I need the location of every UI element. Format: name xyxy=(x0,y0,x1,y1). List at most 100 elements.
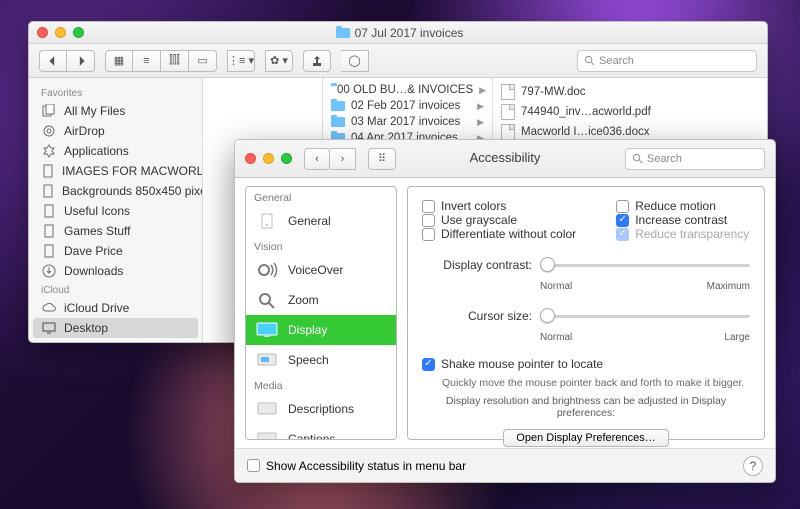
accessibility-window: ‹ › ⠿ Accessibility Search General Gener… xyxy=(234,139,776,483)
folder-row[interactable]: 02 Feb 2017 invoices▶ xyxy=(323,98,492,114)
file-icon xyxy=(501,124,515,140)
action-button[interactable]: ✿ ▾ xyxy=(265,50,293,72)
display-contrast-slider-row: Display contrast: xyxy=(422,255,750,275)
applications-icon xyxy=(41,144,57,158)
sidebar-item-applications[interactable]: Applications xyxy=(29,141,202,161)
sidebar-head-favorites: Favorites xyxy=(29,84,202,101)
forward-button[interactable] xyxy=(67,50,95,72)
sidebar-item-airdrop[interactable]: AirDrop xyxy=(29,121,202,141)
checkbox-icon[interactable] xyxy=(616,214,629,227)
share-button[interactable] xyxy=(303,50,331,72)
folder-icon xyxy=(331,117,345,127)
display-icon xyxy=(254,320,280,340)
checkbox-icon[interactable] xyxy=(422,200,435,213)
option-increase-contrast[interactable]: Increase contrast xyxy=(616,213,749,227)
search-placeholder: Search xyxy=(599,55,634,67)
back-button[interactable]: ‹ xyxy=(304,148,330,170)
doc-icon xyxy=(41,204,57,218)
prefs-search[interactable]: Search xyxy=(625,148,765,170)
checkbox-icon[interactable] xyxy=(422,214,435,227)
sidebar-item-games-stuff[interactable]: Games Stuff xyxy=(29,221,202,241)
finder-titlebar[interactable]: 07 Jul 2017 invoices xyxy=(29,22,767,44)
show-status-label[interactable]: Show Accessibility status in menu bar xyxy=(266,459,466,473)
view-icon-button[interactable]: ▦ xyxy=(105,50,133,72)
arrange-group: ⋮≡ ▾ xyxy=(227,50,255,72)
sidebar-item-useful-icons[interactable]: Useful Icons xyxy=(29,201,202,221)
option-use-grayscale[interactable]: Use grayscale xyxy=(422,213,576,227)
list-section-general: General xyxy=(246,187,396,206)
list-item-voiceover[interactable]: VoiceOver xyxy=(246,255,396,285)
sidebar-item-images-macworld[interactable]: IMAGES FOR MACWORLD ONL xyxy=(29,161,202,181)
list-item-zoom[interactable]: Zoom xyxy=(246,285,396,315)
list-item-captions[interactable]: Captions xyxy=(246,424,396,440)
folder-row[interactable]: 03 Mar 2017 invoices▶ xyxy=(323,114,492,130)
prefs-titlebar[interactable]: ‹ › ⠿ Accessibility Search xyxy=(235,140,775,178)
option-shake-pointer[interactable]: Shake mouse pointer to locate xyxy=(422,357,750,371)
option-invert-colors[interactable]: Invert colors xyxy=(422,199,576,213)
list-item-speech[interactable]: Speech xyxy=(246,345,396,375)
chevron-right-icon: ▶ xyxy=(477,117,484,128)
forward-button[interactable]: › xyxy=(330,148,356,170)
view-list-button[interactable]: ≡ xyxy=(133,50,161,72)
settings-pane: Invert colors Use grayscale Differentiat… xyxy=(407,186,765,440)
tags-button[interactable]: ◯ xyxy=(341,50,369,72)
show-all-button[interactable]: ⠿ xyxy=(368,148,396,170)
doc-icon xyxy=(41,184,55,198)
file-icon xyxy=(501,84,515,100)
zoom-pref-icon xyxy=(254,290,280,310)
doc-icon xyxy=(41,224,57,238)
doc-icon xyxy=(41,244,57,258)
view-coverflow-button[interactable]: ▭ xyxy=(189,50,217,72)
folder-row[interactable]: 00 OLD BU…& INVOICES▶ xyxy=(323,82,492,98)
airdrop-icon xyxy=(41,124,57,138)
voiceover-icon xyxy=(254,260,280,280)
list-section-media: Media xyxy=(246,375,396,394)
display-contrast-slider[interactable] xyxy=(540,255,750,275)
minimize-icon[interactable] xyxy=(263,153,274,164)
doc-icon xyxy=(41,164,55,178)
sidebar-item-all-my-files[interactable]: All My Files xyxy=(29,101,202,121)
finder-window-title: 07 Jul 2017 invoices xyxy=(40,26,759,40)
cloud-icon xyxy=(41,301,57,315)
checkbox-icon[interactable] xyxy=(422,358,435,371)
sidebar-head-icloud: iCloud xyxy=(29,281,202,298)
close-icon[interactable] xyxy=(245,153,256,164)
sidebar-item-backgrounds[interactable]: Backgrounds 850x450 pixels xyxy=(29,181,202,201)
help-button[interactable]: ? xyxy=(743,456,763,476)
option-reduce-motion[interactable]: Reduce motion xyxy=(616,199,749,213)
checkbox-icon[interactable] xyxy=(616,200,629,213)
back-button[interactable] xyxy=(39,50,67,72)
search-icon xyxy=(632,153,643,164)
finder-search[interactable]: Search xyxy=(577,50,757,72)
finder-sidebar: Favorites All My Files AirDrop Applicati… xyxy=(29,78,203,342)
list-item-descriptions[interactable]: Descriptions xyxy=(246,394,396,424)
arrange-button[interactable]: ⋮≡ ▾ xyxy=(227,50,255,72)
option-differentiate[interactable]: Differentiate without color xyxy=(422,227,576,241)
category-list[interactable]: General General Vision VoiceOver Zoom Di… xyxy=(245,186,397,440)
speech-icon xyxy=(254,350,280,370)
sidebar-item-downloads[interactable]: Downloads xyxy=(29,261,202,281)
open-display-preferences-button[interactable]: Open Display Preferences… xyxy=(503,429,668,447)
list-item-general[interactable]: General xyxy=(246,206,396,236)
downloads-icon xyxy=(41,264,57,278)
all-files-icon xyxy=(41,104,57,118)
checkbox-icon[interactable] xyxy=(247,459,260,472)
list-item-display[interactable]: Display xyxy=(246,315,396,345)
file-row[interactable]: 744940_inv…acworld.pdf xyxy=(493,102,767,122)
view-column-button[interactable]: ⫿⫿⫿ xyxy=(161,50,189,72)
sidebar-item-dave-price[interactable]: Dave Price xyxy=(29,241,202,261)
cursor-size-slider[interactable] xyxy=(540,306,750,326)
view-buttons: ▦ ≡ ⫿⫿⫿ ▭ xyxy=(105,50,217,72)
chevron-right-icon: ▶ xyxy=(479,85,486,96)
zoom-icon[interactable] xyxy=(281,153,292,164)
descriptions-icon xyxy=(254,399,280,419)
sidebar-item-desktop[interactable]: Desktop xyxy=(33,318,198,338)
search-icon xyxy=(584,55,595,66)
checkbox-icon[interactable] xyxy=(422,228,435,241)
shake-hint: Quickly move the mouse pointer back and … xyxy=(442,377,750,389)
finder-toolbar: ▦ ≡ ⫿⫿⫿ ▭ ⋮≡ ▾ ✿ ▾ ◯ Search xyxy=(29,44,767,78)
folder-icon xyxy=(336,28,350,38)
prefs-title: Accessibility xyxy=(470,150,541,165)
file-row[interactable]: 797-MW.doc xyxy=(493,82,767,102)
sidebar-item-icloud-drive[interactable]: iCloud Drive xyxy=(29,298,202,318)
